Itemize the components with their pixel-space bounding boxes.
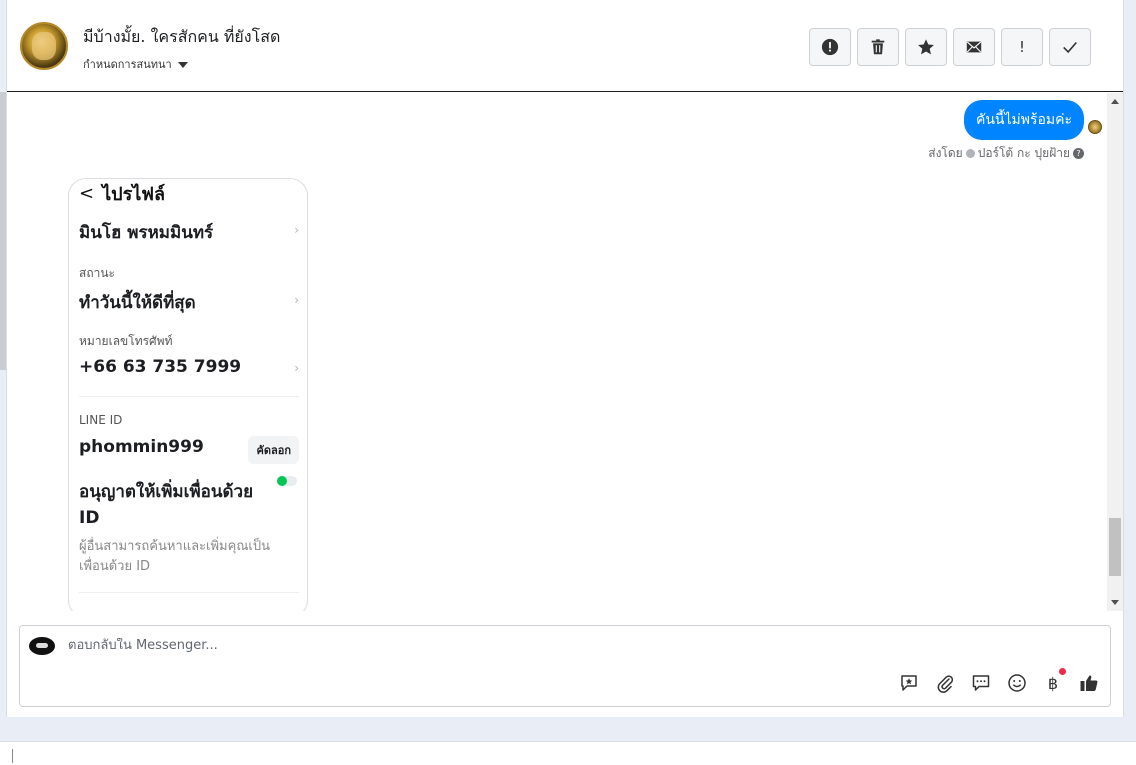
phone-label: หมายเลขโทรศัพท์ bbox=[79, 334, 173, 348]
seen-avatar bbox=[1088, 120, 1102, 134]
delete-button[interactable] bbox=[857, 28, 899, 66]
conversation-header: มีบ้างมั้ย. ใครสักคน ที่ยังโสด กำหนดการส… bbox=[7, 0, 1123, 92]
outgoing-message-bubble[interactable]: คันนี้ไม่พร้อมค่ะ bbox=[963, 100, 1084, 140]
check-icon bbox=[1063, 41, 1077, 54]
message-list[interactable]: คันนี้ไม่พร้อมค่ะ ส่งโดย ปอร์โต้ กะ ปุยฝ… bbox=[7, 93, 1108, 611]
mark-done-button[interactable] bbox=[1049, 28, 1091, 66]
emoji-button[interactable] bbox=[1006, 672, 1028, 694]
notification-dot bbox=[1059, 668, 1066, 675]
chevron-right-icon: › bbox=[294, 293, 299, 307]
conversation-panel: มีบ้างมั้ย. ใครสักคน ที่ยังโสด กำหนดการส… bbox=[6, 0, 1124, 717]
like-button[interactable] bbox=[1078, 672, 1100, 694]
status-value: ทำวันนี้ให้ดีที่สุด bbox=[79, 293, 196, 313]
incoming-image-attachment[interactable]: < ไปรไฟล์ มินโฮ พรหมมินทร์ › สถานะ ทำวัน… bbox=[68, 178, 308, 611]
sent-by-prefix: ส่งโดย bbox=[928, 146, 963, 160]
page-avatar bbox=[29, 637, 55, 655]
page: มีบ้างมั้ย. ใครสักคน ที่ยังโสด กำหนดการส… bbox=[0, 0, 1136, 765]
allow-add-by-id-label: อนุญาตให้เพิ่มเพื่อนด้วย ID bbox=[79, 482, 254, 528]
saved-reply-icon bbox=[901, 675, 917, 691]
bottom-status-bar bbox=[0, 741, 1136, 765]
divider bbox=[79, 396, 299, 397]
paperclip-icon bbox=[937, 675, 954, 693]
sent-by-name: ปอร์โต้ กะ ปุยฝ้าย bbox=[977, 146, 1070, 160]
chevron-right-icon: › bbox=[294, 223, 299, 237]
star-icon bbox=[918, 39, 934, 55]
quick-reply-button[interactable] bbox=[970, 672, 992, 694]
copy-button: คัดลอก bbox=[248, 436, 299, 464]
saved-reply-button[interactable] bbox=[898, 672, 920, 694]
allow-add-description: ผู้อื่นสามารถค้นหาและเพิ่มคุณเป็นเพื่อนด… bbox=[79, 539, 270, 574]
baht-icon: ฿ bbox=[1047, 673, 1059, 693]
conversation-settings-dropdown[interactable]: กำหนดการสนทนา bbox=[83, 55, 188, 73]
line-id-value: phommin999 bbox=[79, 437, 204, 457]
help-icon[interactable]: ? bbox=[1073, 148, 1084, 159]
reply-input[interactable] bbox=[68, 638, 668, 653]
mark-unread-button[interactable] bbox=[953, 28, 995, 66]
page-title: มีบ้างมั้ย. ใครสักคน ที่ยังโสด bbox=[83, 27, 281, 46]
status-label: สถานะ bbox=[79, 266, 115, 280]
star-button[interactable] bbox=[905, 28, 947, 66]
sent-by-line: ส่งโดย ปอร์โต้ กะ ปุยฝ้าย ? bbox=[928, 144, 1084, 163]
attach-button[interactable] bbox=[934, 672, 956, 694]
allow-add-toggle bbox=[277, 476, 297, 486]
conversation-settings-label: กำหนดการสนทนา bbox=[83, 58, 172, 71]
scroll-up-arrow-icon[interactable] bbox=[1111, 99, 1119, 104]
avatar[interactable] bbox=[20, 22, 68, 70]
chevron-right-icon: › bbox=[294, 361, 299, 375]
envelope-icon bbox=[966, 41, 982, 53]
report-button[interactable] bbox=[809, 28, 851, 66]
emoji-icon bbox=[1008, 674, 1026, 692]
caret-down-icon bbox=[177, 61, 188, 68]
profile-header-title: ไปรไฟล์ bbox=[102, 184, 166, 205]
divider bbox=[79, 592, 299, 593]
reply-composer: ฿ bbox=[19, 625, 1111, 707]
avatar-photo bbox=[32, 32, 56, 60]
gear-icon bbox=[965, 149, 975, 158]
toolbar: ! bbox=[809, 28, 1091, 66]
payment-button[interactable]: ฿ bbox=[1042, 668, 1066, 694]
trash-icon bbox=[871, 39, 885, 55]
priority-button[interactable]: ! bbox=[1001, 28, 1043, 66]
chat-bubble-icon bbox=[972, 675, 990, 691]
profile-header: < ไปรไฟล์ bbox=[79, 179, 165, 208]
phone-value: +66 63 735 7999 bbox=[79, 357, 242, 377]
exclamation-icon: ! bbox=[1018, 38, 1025, 56]
scroll-down-arrow-icon[interactable] bbox=[1111, 600, 1119, 605]
chevron-left-icon: < bbox=[79, 183, 95, 204]
message-scrollbar[interactable] bbox=[1107, 93, 1123, 611]
line-id-label: LINE ID bbox=[79, 413, 123, 427]
profile-name: มินโฮ พรหมมินทร์ bbox=[79, 223, 214, 243]
scroll-thumb[interactable] bbox=[1109, 518, 1121, 576]
composer-actions: ฿ bbox=[898, 668, 1100, 694]
alert-circle-icon bbox=[821, 38, 839, 56]
thumbs-up-icon bbox=[1080, 675, 1098, 691]
